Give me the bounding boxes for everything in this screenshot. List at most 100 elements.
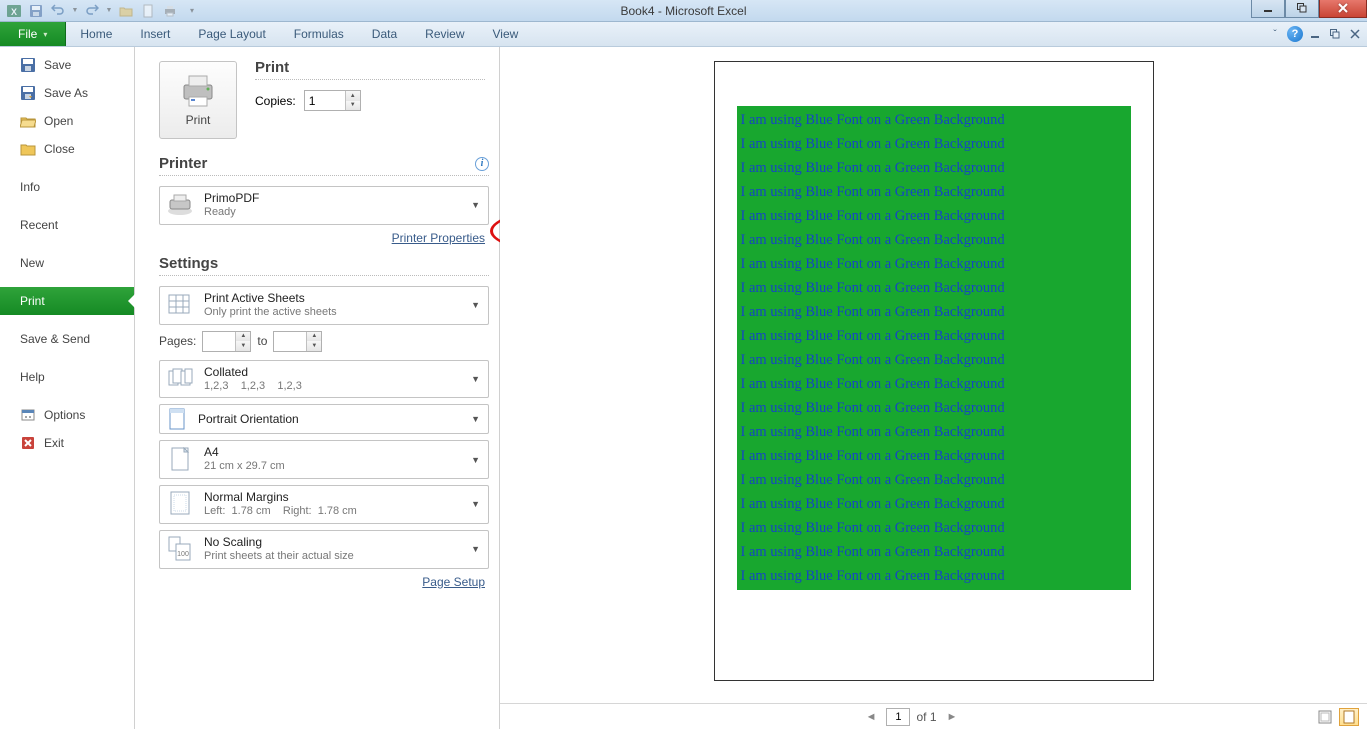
spinner-up-icon[interactable]: ▲ xyxy=(236,332,250,342)
pages-from-input[interactable] xyxy=(203,332,235,351)
pages-to-spinner[interactable]: ▲▼ xyxy=(273,331,322,352)
nav-label: Options xyxy=(44,408,85,422)
preview-line: I am using Blue Font on a Green Backgrou… xyxy=(737,300,1131,324)
redo-icon[interactable] xyxy=(82,2,102,20)
print-button-label: Print xyxy=(186,113,211,127)
ribbon-minimize-icon[interactable]: ˇ xyxy=(1267,26,1283,42)
tab-data[interactable]: Data xyxy=(358,22,411,46)
spinner-down-icon[interactable]: ▼ xyxy=(236,341,250,351)
copies-input[interactable] xyxy=(305,91,345,110)
save-icon[interactable] xyxy=(26,2,46,20)
workbook-close-icon[interactable] xyxy=(1347,26,1363,42)
nav-label: Save xyxy=(44,58,71,72)
pages-from-spinner[interactable]: ▲▼ xyxy=(202,331,251,352)
prev-page-button[interactable]: ◄ xyxy=(862,711,881,723)
workbook-restore-icon[interactable] xyxy=(1327,26,1343,42)
maximize-button[interactable] xyxy=(1285,0,1319,18)
preview-line: I am using Blue Font on a Green Backgrou… xyxy=(737,396,1131,420)
printer-device-icon xyxy=(166,191,194,219)
nav-saveas[interactable]: Save As xyxy=(0,79,134,107)
page-setup-link[interactable]: Page Setup xyxy=(422,575,485,589)
nav-info[interactable]: Info xyxy=(0,173,134,201)
nav-close[interactable]: Close xyxy=(0,135,134,163)
tab-pagelayout[interactable]: Page Layout xyxy=(184,22,279,46)
qat-customize-icon[interactable]: ▾ xyxy=(182,2,202,20)
tab-insert[interactable]: Insert xyxy=(126,22,184,46)
undo-icon[interactable] xyxy=(48,2,68,20)
scaling-dropdown[interactable]: 100 No ScalingPrint sheets at their actu… xyxy=(159,530,489,569)
collate-dropdown[interactable]: Collated1,2,3 1,2,3 1,2,3 ▼ xyxy=(159,360,489,399)
printer-dropdown[interactable]: PrimoPDFReady ▼ xyxy=(159,186,489,225)
minimize-button[interactable] xyxy=(1251,0,1285,18)
printer-icon xyxy=(178,73,218,109)
printer-properties-link[interactable]: Printer Properties xyxy=(392,231,485,245)
window-controls xyxy=(1251,0,1367,18)
preview-footer: ◄ of 1 ► xyxy=(500,703,1367,729)
ribbon-tabs: File Home Insert Page Layout Formulas Da… xyxy=(0,22,1367,47)
orientation-dropdown[interactable]: Portrait Orientation ▼ xyxy=(159,404,489,434)
tab-file[interactable]: File xyxy=(0,22,66,46)
close-button[interactable] xyxy=(1319,0,1367,18)
copies-spinner[interactable]: ▲▼ xyxy=(304,90,361,111)
pages-to-label: to xyxy=(257,334,267,348)
nav-savesend[interactable]: Save & Send xyxy=(0,325,134,353)
spinner-up-icon[interactable]: ▲ xyxy=(346,91,360,101)
dd-sub: Only print the active sheets xyxy=(204,306,459,320)
spinner-down-icon[interactable]: ▼ xyxy=(307,341,321,351)
qat-dropdown-icon[interactable]: ▼ xyxy=(104,2,114,20)
preview-line: I am using Blue Font on a Green Backgrou… xyxy=(737,348,1131,372)
print-quick-icon[interactable] xyxy=(160,2,180,20)
preview-line: I am using Blue Font on a Green Backgrou… xyxy=(737,252,1131,276)
nav-options[interactable]: Options xyxy=(0,401,134,429)
excel-app-icon[interactable]: X xyxy=(4,2,24,20)
nav-recent[interactable]: Recent xyxy=(0,211,134,239)
svg-text:100: 100 xyxy=(177,551,189,558)
spinner-up-icon[interactable]: ▲ xyxy=(307,332,321,342)
spinner-down-icon[interactable]: ▼ xyxy=(346,101,360,111)
window-title: Book4 - Microsoft Excel xyxy=(0,4,1367,18)
papersize-dropdown[interactable]: A421 cm x 29.7 cm ▼ xyxy=(159,440,489,479)
preview-line: I am using Blue Font on a Green Backgrou… xyxy=(737,516,1131,540)
next-page-button[interactable]: ► xyxy=(943,711,962,723)
print-what-dropdown[interactable]: Print Active SheetsOnly print the active… xyxy=(159,286,489,325)
tab-review[interactable]: Review xyxy=(411,22,478,46)
preview-page: I am using Blue Font on a Green Backgrou… xyxy=(714,61,1154,681)
sheets-icon xyxy=(166,291,194,319)
nav-help[interactable]: Help xyxy=(0,363,134,391)
dd-sub: 21 cm x 29.7 cm xyxy=(204,460,459,474)
tab-home[interactable]: Home xyxy=(66,22,126,46)
preview-line: I am using Blue Font on a Green Backgrou… xyxy=(737,180,1131,204)
orientation-icon xyxy=(166,408,188,430)
preview-line: I am using Blue Font on a Green Backgrou… xyxy=(737,540,1131,564)
nav-exit[interactable]: Exit xyxy=(0,429,134,457)
tab-view[interactable]: View xyxy=(479,22,533,46)
dd-title: Portrait Orientation xyxy=(198,412,459,427)
qat-dropdown-icon[interactable]: ▼ xyxy=(70,2,80,20)
pages-to-input[interactable] xyxy=(274,332,306,351)
margins-dropdown[interactable]: Normal MarginsLeft: 1.78 cm Right: 1.78 … xyxy=(159,485,489,524)
nav-label: Exit xyxy=(44,436,64,450)
new-icon[interactable] xyxy=(138,2,158,20)
zoom-to-page-button[interactable] xyxy=(1339,708,1359,726)
dd-title: A4 xyxy=(204,445,459,460)
chevron-down-icon: ▼ xyxy=(469,499,482,509)
preview-line: I am using Blue Font on a Green Backgrou… xyxy=(737,132,1131,156)
workbook-minimize-icon[interactable] xyxy=(1307,26,1323,42)
nav-open[interactable]: Open xyxy=(0,107,134,135)
info-icon[interactable]: i xyxy=(475,157,489,171)
nav-print[interactable]: Print xyxy=(0,287,134,315)
page-current-input[interactable] xyxy=(886,708,910,726)
tab-formulas[interactable]: Formulas xyxy=(280,22,358,46)
close-folder-icon xyxy=(20,141,36,157)
nav-save[interactable]: Save xyxy=(0,51,134,79)
open-folder-icon[interactable] xyxy=(116,2,136,20)
preview-line: I am using Blue Font on a Green Backgrou… xyxy=(737,468,1131,492)
copies-label: Copies: xyxy=(255,94,296,108)
preview-line: I am using Blue Font on a Green Backgrou… xyxy=(737,156,1131,180)
help-icon[interactable]: ? xyxy=(1287,26,1303,42)
show-margins-button[interactable] xyxy=(1315,708,1335,726)
preview-content: I am using Blue Font on a Green Backgrou… xyxy=(737,106,1131,590)
chevron-down-icon: ▼ xyxy=(469,300,482,310)
print-button[interactable]: Print xyxy=(159,61,237,139)
nav-new[interactable]: New xyxy=(0,249,134,277)
